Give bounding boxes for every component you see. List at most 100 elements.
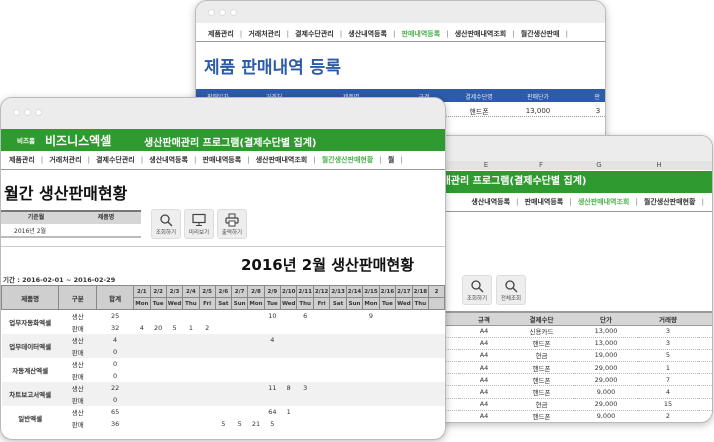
menu-separator: | bbox=[400, 156, 403, 164]
day-cell bbox=[183, 418, 199, 430]
menu-item[interactable]: 거래처관리 bbox=[43, 155, 87, 165]
menu-item[interactable]: 월간생산판매현황 bbox=[638, 197, 702, 207]
search-button[interactable]: 조회하기 bbox=[462, 275, 492, 305]
menu-item[interactable]: 제품관리 bbox=[3, 155, 41, 165]
weekday-header: Mon bbox=[247, 297, 265, 310]
weekday-header: Tue bbox=[149, 297, 167, 310]
weekday-header: Wed bbox=[165, 297, 184, 310]
day-cell bbox=[150, 358, 166, 370]
page-title: 월간 생산판매현황 bbox=[4, 184, 128, 203]
day-header: 2/10 bbox=[279, 285, 298, 298]
print-button[interactable]: 출력하기 bbox=[217, 209, 247, 239]
menu-item[interactable]: 생산내역등록 bbox=[342, 29, 393, 39]
day-cell bbox=[330, 322, 346, 334]
monthly-status-window: 비즈폼 비즈니스엑셀 생산판매관리 프로그램(결제수단별 집계) 제품관리 | 거래… bbox=[0, 97, 446, 440]
day-cell bbox=[395, 381, 413, 394]
day-cell bbox=[412, 406, 428, 418]
menu-item[interactable]: 제품관리 bbox=[202, 29, 240, 39]
search-all-button[interactable]: 전체조회 bbox=[496, 275, 526, 305]
menu-item[interactable]: 결제수단관리 bbox=[289, 29, 340, 39]
day-cell bbox=[134, 310, 150, 322]
day-cell bbox=[313, 333, 330, 346]
menu-item[interactable]: 월간생산판매 bbox=[515, 29, 566, 39]
menu-item[interactable]: 생산내역등록 bbox=[465, 197, 516, 207]
weekday-header bbox=[428, 297, 445, 310]
header-payment: 결제수단 bbox=[509, 311, 574, 326]
menu-item[interactable]: 거래처관리 bbox=[242, 29, 286, 39]
weekday-header: Wed bbox=[279, 297, 298, 310]
title-bar bbox=[1, 98, 445, 129]
day-cell bbox=[313, 370, 329, 382]
menu-item[interactable]: 월 bbox=[382, 155, 400, 165]
total-cell: 25 bbox=[110, 311, 120, 320]
day-cell bbox=[429, 358, 445, 370]
day-cell bbox=[412, 393, 429, 406]
day-cell bbox=[248, 358, 264, 370]
day-header: 2/14 bbox=[345, 285, 364, 298]
weekday-header: Sun bbox=[345, 297, 364, 310]
day-cell bbox=[280, 333, 297, 346]
day-cell bbox=[183, 310, 199, 322]
day-cell bbox=[133, 393, 151, 406]
day-cell: 20 bbox=[154, 323, 163, 332]
day-cell bbox=[134, 358, 150, 370]
search-button[interactable]: 조회하기 bbox=[151, 209, 181, 239]
table-row: A4 핸드폰 9,000 2 bbox=[421, 410, 712, 422]
menu-item[interactable]: 생산판매내역조회 bbox=[250, 155, 314, 165]
day-cell bbox=[379, 333, 396, 346]
cell bbox=[698, 361, 712, 375]
day-cell bbox=[247, 381, 265, 394]
cell: 13,000 bbox=[574, 337, 638, 350]
menu-item[interactable]: 판매내역등록 bbox=[396, 29, 447, 39]
type-cell: 생산 bbox=[58, 381, 97, 394]
day-cell bbox=[264, 345, 281, 358]
cell bbox=[698, 325, 712, 338]
day-cell bbox=[362, 345, 380, 358]
cell: 3 bbox=[638, 325, 698, 338]
cell: 9,000 bbox=[574, 385, 638, 399]
table-row: A4 현금 29,000 15 bbox=[421, 398, 712, 411]
table-row: 업무자동화엑셀 생산 25 10 6 9 bbox=[2, 310, 445, 327]
window-controls[interactable] bbox=[13, 109, 42, 116]
month-select[interactable]: 2016년 2월 bbox=[1, 226, 71, 235]
day-cell bbox=[231, 310, 247, 322]
weekday-header: Sat bbox=[329, 297, 347, 310]
menu-item[interactable]: 생산내역등록 bbox=[143, 155, 194, 165]
menu-item[interactable]: 결제수단관리 bbox=[90, 155, 141, 165]
day-cell bbox=[199, 333, 216, 346]
day-cell bbox=[215, 370, 231, 382]
menu-item[interactable]: 판매내역등록 bbox=[197, 155, 248, 165]
cell: 29,000 bbox=[574, 398, 638, 411]
day-cell bbox=[329, 345, 347, 358]
day-header: 2/13 bbox=[329, 285, 347, 298]
menu-item[interactable]: 월간생산판매현황 bbox=[316, 155, 380, 165]
period-text: 기간 : 2016-02-01 ~ 2016-02-29 bbox=[3, 276, 116, 284]
day-header: 2 bbox=[428, 285, 445, 298]
cell: 15 bbox=[638, 398, 698, 411]
day-cell bbox=[412, 418, 428, 430]
preview-button[interactable]: 미리보기 bbox=[184, 209, 214, 239]
day-cell: 10 bbox=[268, 311, 277, 320]
window-controls[interactable] bbox=[208, 9, 237, 16]
day-header: 2/18 bbox=[411, 285, 430, 298]
menu-item[interactable]: 판매내역등록 bbox=[519, 197, 570, 207]
weekday-header: Sat bbox=[214, 297, 232, 310]
table-row: 일반엑셀 생산 65 64 1 bbox=[2, 406, 445, 423]
day-cell bbox=[134, 370, 150, 382]
cell: 핸드폰 bbox=[469, 108, 489, 116]
day-cell bbox=[330, 406, 346, 418]
day-cell bbox=[362, 381, 380, 394]
cell: 핸드폰 bbox=[509, 385, 574, 399]
day-cell bbox=[395, 345, 413, 358]
menu-item[interactable]: 생산판매내역조회 bbox=[572, 197, 636, 207]
day-cell: 4 bbox=[264, 333, 281, 346]
day-cell bbox=[150, 406, 166, 418]
menu-item[interactable]: 생산판매내역조회 bbox=[449, 29, 513, 39]
day-cell: 1 bbox=[188, 323, 193, 332]
day-cell bbox=[231, 393, 248, 406]
day-cell bbox=[363, 370, 379, 382]
cell bbox=[698, 398, 712, 411]
search-icon bbox=[160, 214, 173, 227]
header-spec: 규격 bbox=[459, 311, 509, 326]
cell: A4 bbox=[459, 361, 509, 375]
